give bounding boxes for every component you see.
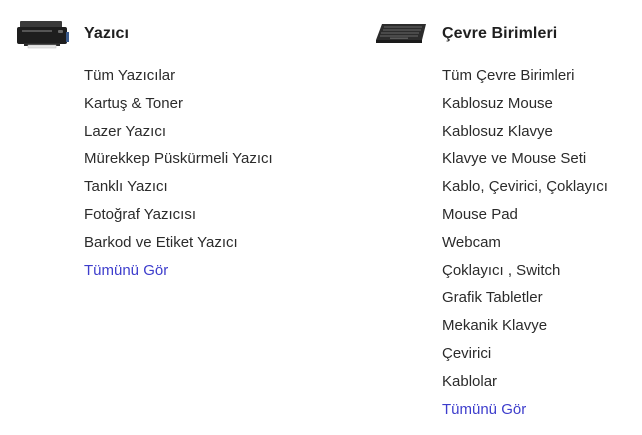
subcategory-item[interactable]: Mürekkep Püskürmeli Yazıcı <box>84 145 344 173</box>
printer-icon[interactable] <box>14 18 70 50</box>
category-header[interactable]: Yazıcı <box>14 14 344 54</box>
subcategory-link[interactable]: Mouse Pad <box>442 206 518 223</box>
subcategory-item[interactable]: Çevirici <box>442 340 642 368</box>
see-all-item[interactable]: Tümünü Gör <box>84 257 344 285</box>
subcategory-link[interactable]: Barkod ve Etiket Yazıcı <box>84 234 238 251</box>
subcategory-item[interactable]: Tanklı Yazıcı <box>84 173 344 201</box>
see-all-item[interactable]: Tümünü Gör <box>442 396 642 424</box>
subcategory-item[interactable]: Klavye ve Mouse Seti <box>442 145 642 173</box>
see-all-link[interactable]: Tümünü Gör <box>442 401 526 418</box>
subcategory-item[interactable]: Tüm Yazıcılar <box>84 62 344 90</box>
subcategory-link[interactable]: Kablolar <box>442 373 497 390</box>
subcategory-list: Tüm Yazıcılar Kartuş & Toner Lazer Yazıc… <box>14 62 344 284</box>
subcategory-link[interactable]: Çevirici <box>442 345 491 362</box>
subcategory-link[interactable]: Klavye ve Mouse Seti <box>442 150 586 167</box>
subcategory-item[interactable]: Lazer Yazıcı <box>84 118 344 146</box>
category-column-printer: Yazıcı Tüm Yazıcılar Kartuş & Toner Laze… <box>14 14 344 284</box>
subcategory-item[interactable]: Kablo, Çevirici, Çoklayıcı <box>442 173 642 201</box>
keyboard-icon[interactable] <box>372 18 428 50</box>
subcategory-item[interactable]: Tüm Çevre Birimleri <box>442 62 642 90</box>
subcategory-item[interactable]: Mekanik Klavye <box>442 312 642 340</box>
subcategory-link[interactable]: Kartuş & Toner <box>84 95 183 112</box>
subcategory-link[interactable]: Tanklı Yazıcı <box>84 178 168 195</box>
subcategory-item[interactable]: Barkod ve Etiket Yazıcı <box>84 229 344 257</box>
subcategory-link[interactable]: Kablo, Çevirici, Çoklayıcı <box>442 178 608 195</box>
subcategory-link[interactable]: Tüm Çevre Birimleri <box>442 67 575 84</box>
subcategory-link[interactable]: Lazer Yazıcı <box>84 123 166 140</box>
category-header[interactable]: Çevre Birimleri <box>372 14 642 54</box>
subcategory-link[interactable]: Çoklayıcı , Switch <box>442 262 560 279</box>
category-column-peripherals: Çevre Birimleri Tüm Çevre Birimleri Kabl… <box>372 14 642 423</box>
subcategory-item[interactable]: Grafik Tabletler <box>442 284 642 312</box>
subcategory-item[interactable]: Kartuş & Toner <box>84 90 344 118</box>
subcategory-link[interactable]: Fotoğraf Yazıcısı <box>84 206 196 223</box>
subcategory-link[interactable]: Grafik Tabletler <box>442 289 543 306</box>
see-all-link[interactable]: Tümünü Gör <box>84 262 168 279</box>
subcategory-link[interactable]: Tüm Yazıcılar <box>84 67 175 84</box>
category-title[interactable]: Yazıcı <box>84 25 129 43</box>
subcategory-item[interactable]: Fotoğraf Yazıcısı <box>84 201 344 229</box>
subcategory-link[interactable]: Webcam <box>442 234 501 251</box>
subcategory-link[interactable]: Kablosuz Mouse <box>442 95 553 112</box>
subcategory-link[interactable]: Kablosuz Klavye <box>442 123 553 140</box>
category-title[interactable]: Çevre Birimleri <box>442 25 557 43</box>
subcategory-item[interactable]: Kablosuz Mouse <box>442 90 642 118</box>
subcategory-item[interactable]: Mouse Pad <box>442 201 642 229</box>
subcategory-link[interactable]: Mekanik Klavye <box>442 317 547 334</box>
subcategory-link[interactable]: Mürekkep Püskürmeli Yazıcı <box>84 150 273 167</box>
subcategory-item[interactable]: Kablosuz Klavye <box>442 118 642 146</box>
subcategory-item[interactable]: Kablolar <box>442 368 642 396</box>
subcategory-list: Tüm Çevre Birimleri Kablosuz Mouse Kablo… <box>372 62 642 423</box>
subcategory-item[interactable]: Webcam <box>442 229 642 257</box>
subcategory-item[interactable]: Çoklayıcı , Switch <box>442 257 642 285</box>
